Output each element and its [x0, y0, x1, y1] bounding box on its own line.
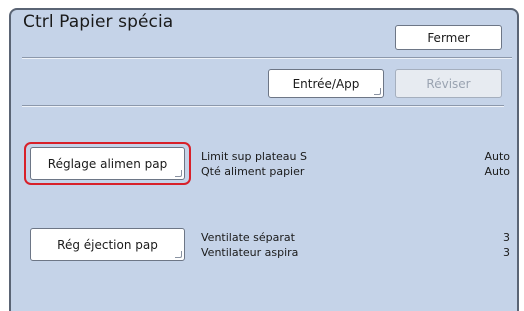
- toolbar-divider: [22, 105, 504, 106]
- setting-label: Ventilateur aspira: [201, 246, 299, 259]
- title-divider: [22, 57, 512, 58]
- setting-label: Limit sup plateau S: [201, 150, 307, 163]
- setting-label: Qté aliment papier: [201, 165, 305, 178]
- paper-feed-adjust-label: Réglage alimen pap: [47, 156, 168, 171]
- setting-value: 3: [503, 246, 510, 259]
- setting-value: Auto: [484, 165, 510, 178]
- entry-app-button[interactable]: Entrée/App: [268, 69, 384, 98]
- button-corner-mark: [175, 170, 182, 177]
- dialog-title: Ctrl Papier spécia: [23, 12, 174, 32]
- close-button-label: Fermer: [427, 30, 470, 45]
- setting-value: 3: [503, 231, 510, 244]
- paper-feed-adjust-button[interactable]: Réglage alimen pap: [30, 147, 185, 180]
- button-corner-mark: [374, 88, 381, 95]
- setting-value: Auto: [484, 150, 510, 163]
- paper-ejection-adjust-button[interactable]: Rég éjection pap: [30, 228, 185, 261]
- revise-button[interactable]: Réviser: [395, 69, 502, 98]
- entry-app-button-label: Entrée/App: [292, 76, 360, 91]
- button-corner-mark: [175, 251, 182, 258]
- paper-ejection-adjust-label: Rég éjection pap: [57, 237, 158, 252]
- close-button[interactable]: Fermer: [395, 25, 502, 50]
- revise-button-label: Réviser: [426, 76, 471, 91]
- setting-label: Ventilate séparat: [201, 231, 295, 244]
